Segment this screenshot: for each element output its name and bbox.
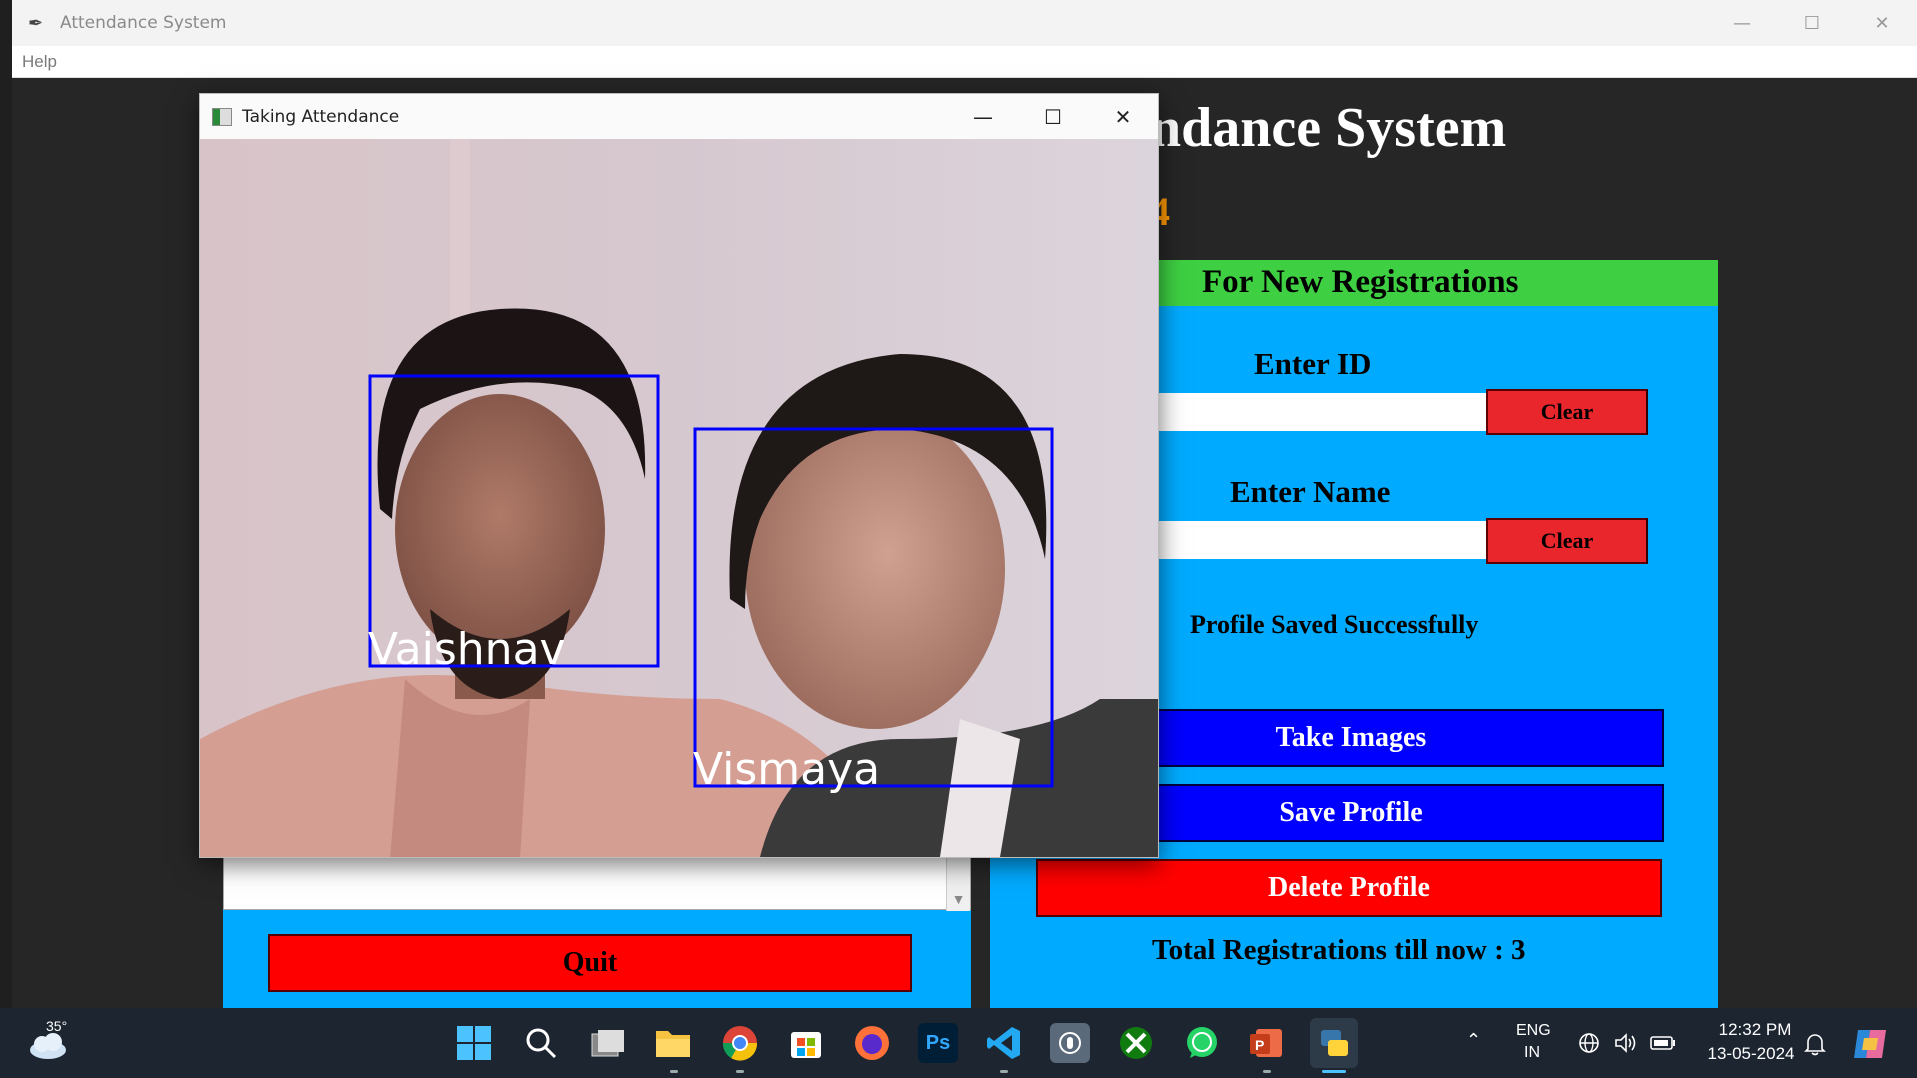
app-heading: ndance System [1150, 97, 1507, 159]
clear-id-button[interactable]: Clear [1486, 389, 1648, 435]
powerpoint-icon[interactable]: P [1246, 1023, 1286, 1063]
task-view-icon[interactable] [588, 1023, 628, 1063]
file-explorer-icon[interactable] [653, 1023, 693, 1063]
firefox-icon[interactable] [852, 1023, 892, 1063]
detection-label-2: Vismaya [693, 744, 880, 795]
taskbar: 35° Ps P ⌃ ENG IN 12:32 PM 13-05-2024 [0, 1008, 1917, 1078]
total-registrations: Total Registrations till now : 3 [1152, 934, 1526, 966]
menu-help[interactable]: Help [22, 52, 57, 72]
panel-divider [971, 850, 990, 1010]
detection-label-1: Vaishnav [368, 624, 566, 675]
photoshop-icon[interactable]: Ps [918, 1023, 958, 1063]
registration-header-text: For New Registrations [1202, 264, 1519, 300]
attendance-table[interactable]: ▼ [223, 850, 971, 911]
notification-bell-icon[interactable] [1804, 1032, 1826, 1061]
camera-frame: Vaishnav Vismaya [200, 139, 1158, 857]
language-top[interactable]: ENG [1516, 1022, 1551, 1040]
file-explorer-indicator [670, 1070, 678, 1073]
close-button[interactable]: ✕ [1847, 0, 1917, 46]
clock-date[interactable]: 13-05-2024 [1696, 1044, 1806, 1064]
powerpoint-indicator [1263, 1070, 1271, 1073]
vscode-icon[interactable] [984, 1023, 1024, 1063]
table-scrollbar[interactable]: ▼ [946, 851, 970, 911]
camera-minimize-button[interactable]: — [948, 94, 1018, 139]
python-icon[interactable] [1310, 1018, 1358, 1068]
chrome-indicator [736, 1070, 744, 1073]
microsoft-store-icon[interactable] [786, 1023, 826, 1063]
network-icon[interactable] [1578, 1032, 1600, 1059]
main-window-title: Attendance System [60, 13, 227, 33]
attendance-panel: ▼ Quit [223, 850, 971, 1010]
feather-icon: ✒ [28, 13, 44, 33]
camera-window: Taking Attendance — ☐ ✕ Vaishnav Vismaya [199, 93, 1159, 858]
language-bottom[interactable]: IN [1524, 1044, 1540, 1062]
delete-profile-button[interactable]: Delete Profile [1036, 859, 1662, 917]
search-icon[interactable] [521, 1023, 561, 1063]
camera-window-title: Taking Attendance [242, 106, 400, 127]
tray-chevron-icon[interactable]: ⌃ [1466, 1030, 1481, 1051]
camera-titlebar[interactable]: Taking Attendance — ☐ ✕ [200, 94, 1158, 139]
minimize-button[interactable]: — [1707, 0, 1777, 46]
clock-time[interactable]: 12:32 PM [1700, 1020, 1810, 1040]
clear-name-button[interactable]: Clear [1486, 518, 1648, 564]
quit-button[interactable]: Quit [268, 934, 912, 992]
weather-icon[interactable] [26, 1030, 72, 1060]
camera-close-button[interactable]: ✕ [1088, 94, 1158, 139]
name-input[interactable] [1156, 521, 1486, 559]
whatsapp-icon[interactable] [1182, 1023, 1222, 1063]
enter-name-label: Enter Name [1230, 474, 1391, 509]
menubar: Help [12, 46, 1917, 78]
scroll-down-icon[interactable]: ▼ [952, 891, 966, 907]
chrome-icon[interactable] [720, 1023, 760, 1063]
camera-maximize-button[interactable]: ☐ [1018, 94, 1088, 139]
svg-text:P: P [1255, 1037, 1264, 1053]
app-unknown-icon[interactable] [1050, 1023, 1090, 1063]
windows-start-icon[interactable] [454, 1023, 494, 1063]
weather-temp: 35° [46, 1018, 68, 1034]
status-message: Profile Saved Successfully [1190, 610, 1479, 639]
maximize-button[interactable]: ☐ [1777, 0, 1847, 46]
xbox-icon[interactable] [1116, 1023, 1156, 1063]
camera-window-icon [212, 107, 232, 126]
copilot-icon[interactable] [1852, 1026, 1888, 1067]
python-indicator [1322, 1070, 1346, 1073]
id-input[interactable] [1156, 393, 1486, 431]
volume-icon[interactable] [1614, 1032, 1638, 1059]
enter-id-label: Enter ID [1254, 346, 1372, 381]
main-titlebar[interactable]: ✒ Attendance System — ☐ ✕ [12, 0, 1917, 46]
camera-feed: Vaishnav Vismaya [200, 139, 1158, 857]
vscode-indicator [1000, 1070, 1008, 1073]
battery-icon[interactable] [1650, 1035, 1676, 1056]
